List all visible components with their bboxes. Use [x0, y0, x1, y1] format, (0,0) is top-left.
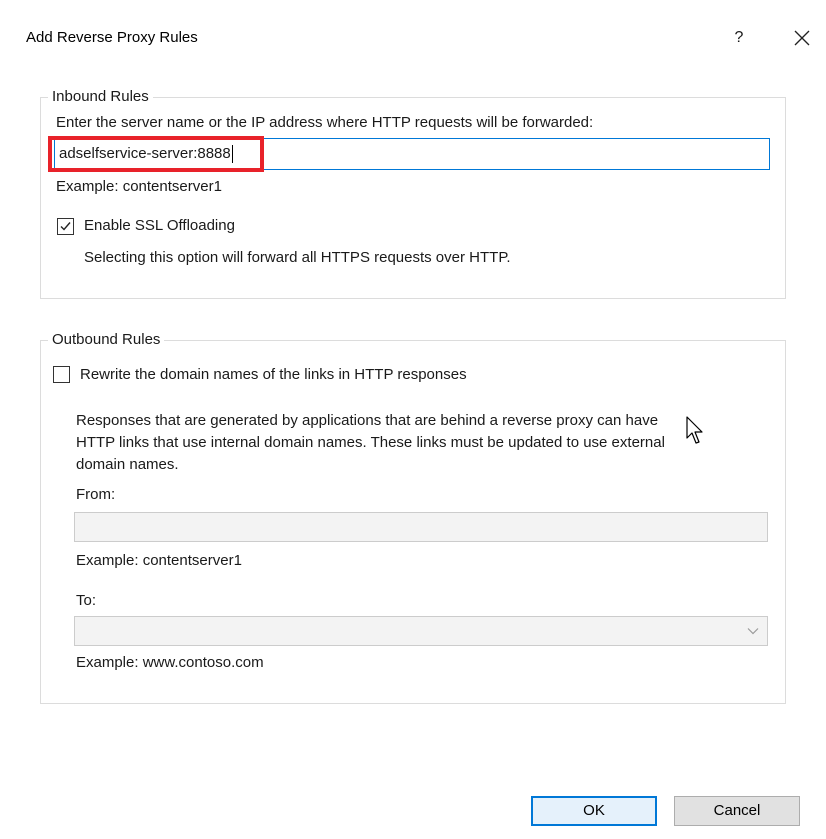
help-button[interactable]: ? [726, 24, 752, 52]
ok-button[interactable]: OK [531, 796, 657, 826]
ssl-offloading-label[interactable]: Enable SSL Offloading [84, 217, 235, 234]
mouse-pointer-icon [686, 416, 703, 444]
server-name-highlight-box [48, 136, 264, 172]
rewrite-domain-label[interactable]: Rewrite the domain names of the links in… [80, 366, 467, 383]
outbound-description-line-2: HTTP links that use internal domain name… [76, 434, 665, 451]
to-label: To: [76, 592, 97, 609]
from-label: From: [76, 486, 116, 503]
ssl-offloading-description: Selecting this option will forward all H… [84, 249, 511, 266]
outbound-description-line-3: domain names. [76, 456, 179, 473]
checkmark-icon [60, 222, 71, 231]
outbound-description-line-1: Responses that are generated by applicat… [76, 412, 659, 429]
to-example-label: Example: www.contoso.com [76, 654, 264, 671]
rewrite-domain-checkbox[interactable] [53, 366, 70, 383]
cancel-button[interactable]: Cancel [674, 796, 800, 826]
dialog-title: Add Reverse Proxy Rules [26, 29, 198, 46]
chevron-down-icon[interactable] [747, 627, 759, 635]
to-combobox[interactable] [74, 616, 768, 646]
title-bar: Add Reverse Proxy Rules ? [0, 0, 826, 80]
close-button[interactable] [786, 22, 818, 54]
outbound-rules-legend: Outbound Rules [48, 331, 165, 348]
ssl-offloading-checkbox[interactable] [57, 218, 74, 235]
close-icon [794, 30, 810, 46]
server-example-label: Example: contentserver1 [56, 178, 222, 195]
from-input[interactable] [74, 512, 768, 542]
inbound-rules-legend: Inbound Rules [48, 88, 153, 105]
server-prompt-label: Enter the server name or the IP address … [56, 114, 594, 131]
add-reverse-proxy-rules-dialog: Add Reverse Proxy Rules ? Inbound Rules … [0, 0, 826, 839]
from-example-label: Example: contentserver1 [76, 552, 242, 569]
